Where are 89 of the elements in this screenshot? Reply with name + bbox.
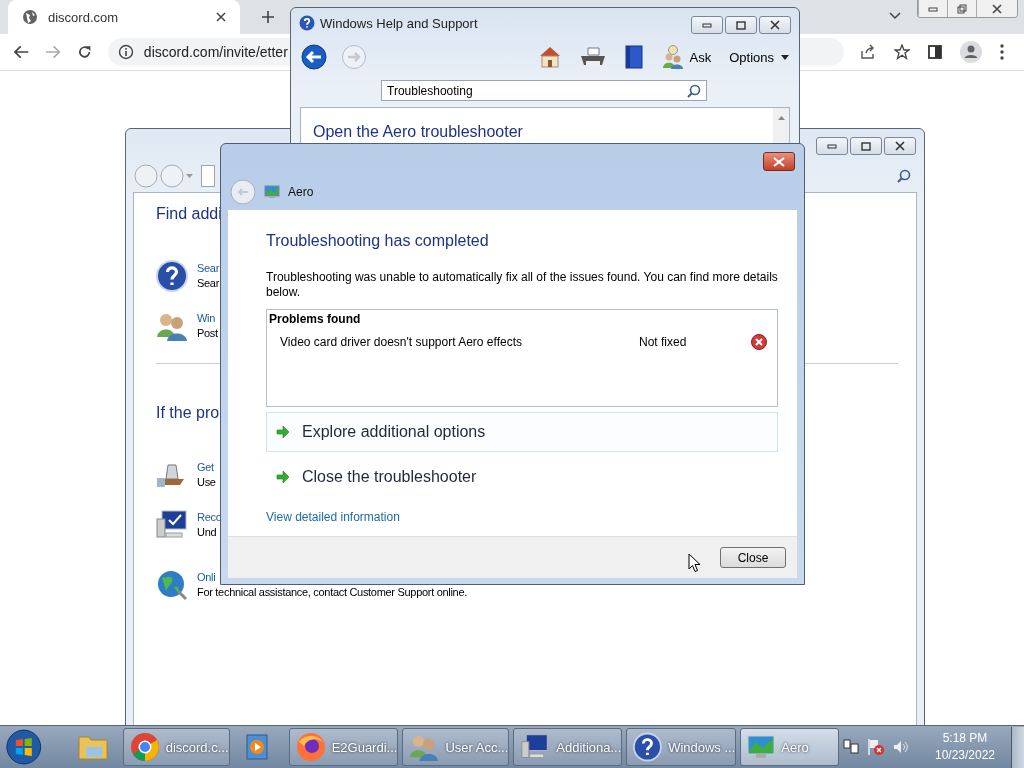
users-icon — [409, 733, 440, 761]
search-field[interactable]: Troubleshooting — [381, 80, 707, 101]
maximize-button[interactable] — [725, 16, 757, 34]
scrollbar[interactable] — [773, 108, 789, 143]
reload-icon[interactable] — [76, 44, 92, 60]
help-icon — [633, 732, 663, 762]
maximize-icon — [736, 20, 746, 30]
dialog-heading: Troubleshooting has completed — [266, 232, 490, 250]
minimize-icon — [702, 22, 712, 28]
people-icon — [661, 45, 684, 69]
dialog-message: Troubleshooting was unable to automatically fix all of the issues found. You can find more details below. — [266, 270, 778, 300]
close-button[interactable] — [976, 0, 1017, 17]
globe-icon — [156, 569, 188, 601]
firefox-icon — [295, 732, 326, 762]
restore-button[interactable] — [947, 0, 976, 17]
tab-title: discord.com — [48, 9, 120, 25]
clock-date: 10/23/2022 — [934, 747, 996, 764]
mouse-pointer-icon — [688, 553, 701, 573]
printer-icon[interactable] — [579, 47, 606, 67]
back-arrow-icon[interactable] — [14, 45, 30, 59]
close-icon[interactable] — [216, 12, 226, 22]
close-icon — [992, 3, 1002, 14]
ask-button[interactable]: Ask — [661, 45, 712, 69]
chevron-down-icon[interactable] — [889, 12, 901, 20]
show-desktop-button[interactable] — [1011, 726, 1024, 768]
minimize-icon — [928, 5, 938, 12]
help-description: Sear — [197, 276, 220, 291]
chrome-icon — [129, 732, 160, 762]
share-icon[interactable] — [860, 44, 876, 60]
command-link[interactable]: Close the troubleshooter — [266, 457, 778, 497]
problem-status: Not fixed — [639, 335, 688, 349]
help-description: For technical assistance, contact Customer Support online. — [197, 585, 467, 600]
computer-icon — [156, 509, 188, 541]
monitor-icon — [747, 735, 776, 759]
minimize-button[interactable] — [691, 16, 723, 34]
window-title: Windows Help and Support — [320, 15, 478, 31]
minimize-icon — [827, 143, 837, 149]
restore-icon — [957, 3, 967, 14]
browser-tab[interactable]: discord.com — [8, 0, 240, 34]
maximize-icon — [861, 141, 871, 151]
star-icon[interactable] — [894, 44, 910, 60]
problem-text: Video card driver doesn't support Aero effects — [280, 335, 523, 349]
book-icon[interactable] — [623, 45, 644, 69]
close-icon — [770, 20, 780, 30]
profile-icon[interactable] — [960, 41, 982, 63]
help-link[interactable]: Sear — [197, 261, 220, 276]
network-icon[interactable] — [843, 739, 859, 755]
start-button[interactable] — [6, 727, 42, 767]
arrow-icon — [276, 470, 290, 484]
close-icon — [773, 156, 785, 167]
section-heading: If the pro — [156, 404, 221, 422]
help-link[interactable]: Onli — [197, 570, 216, 585]
close-icon — [895, 141, 905, 151]
globe-icon — [22, 9, 38, 25]
menu-icon[interactable] — [1000, 44, 1004, 60]
new-tab-icon[interactable] — [262, 11, 274, 23]
help-description: Und — [197, 525, 217, 540]
options-menu[interactable]: Options — [729, 49, 789, 65]
search-icon[interactable] — [687, 83, 701, 98]
panel-title: Problems found — [269, 312, 362, 326]
caret-icon — [781, 54, 789, 60]
clock-time: 5:18 PM — [942, 730, 988, 747]
arrow-icon — [276, 425, 290, 439]
computer-icon — [520, 733, 551, 761]
help-link[interactable]: Win — [197, 311, 216, 326]
help-icon — [156, 260, 188, 292]
minimize-button[interactable] — [816, 137, 848, 155]
speaker-icon[interactable] — [893, 739, 909, 755]
search-icon[interactable] — [897, 168, 911, 183]
address-text: discord.com/invite/etter — [143, 44, 288, 60]
scroll-up-icon[interactable] — [777, 116, 785, 120]
command-link[interactable]: Explore additional options — [266, 412, 778, 452]
help-description: Post — [197, 326, 218, 341]
monitor-icon — [264, 184, 280, 199]
folder-icon — [78, 733, 109, 761]
maximize-button[interactable] — [850, 137, 882, 155]
help-description: Use — [197, 475, 216, 490]
details-link[interactable]: View detailed information — [266, 510, 400, 524]
flag-icon[interactable] — [867, 738, 885, 756]
users-icon — [156, 311, 188, 341]
close-button[interactable] — [763, 152, 795, 171]
close-button[interactable]: Close — [720, 547, 786, 568]
help-icon — [299, 15, 315, 31]
close-button[interactable] — [884, 137, 916, 155]
close-button[interactable] — [759, 16, 791, 34]
help-link[interactable]: Get — [197, 460, 214, 475]
side-panel-icon[interactable] — [928, 45, 942, 59]
dialog-title: Aero — [288, 184, 314, 199]
info-icon — [117, 44, 134, 60]
